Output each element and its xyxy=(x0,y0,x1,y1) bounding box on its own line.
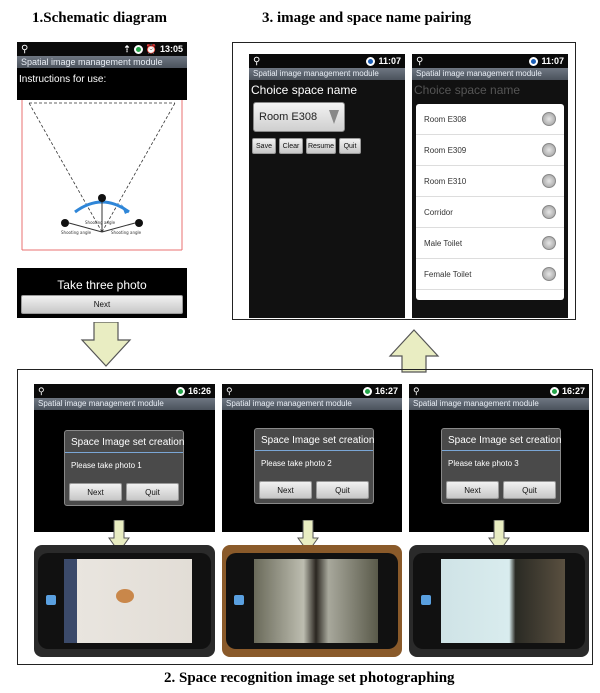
dialog-message: Please take photo 2 xyxy=(261,459,332,468)
radio-icon xyxy=(542,267,556,281)
radio-icon xyxy=(542,236,556,250)
usb-icon: ⚲ xyxy=(413,385,420,396)
caption-pairing: 3. image and space name pairing xyxy=(262,10,472,26)
next-button[interactable]: Next xyxy=(259,481,312,499)
caption-schematic: 1.Schematic diagram xyxy=(32,10,167,26)
radio-icon xyxy=(542,205,556,219)
camera-preview xyxy=(254,559,378,643)
next-button[interactable]: Next xyxy=(69,483,122,501)
selected-room-text: Room E308 xyxy=(259,111,318,123)
choice-space-label: Choice space name xyxy=(414,83,521,97)
capture-photo-2 xyxy=(222,545,402,657)
quit-button[interactable]: Quit xyxy=(126,483,179,501)
option-room-e309[interactable]: Room E309 xyxy=(416,135,564,166)
usb-icon: ⚲ xyxy=(38,385,45,396)
take-three-label: Take three photo xyxy=(57,278,147,292)
next-button[interactable]: Next xyxy=(446,481,499,499)
instructions-label: Instructions for use: xyxy=(19,74,107,85)
shutter-icon xyxy=(421,595,431,605)
capture-dialog: Space Image set creation Please take pho… xyxy=(64,430,184,506)
usb-icon: ⚲ xyxy=(21,43,29,55)
shutter-icon xyxy=(46,595,56,605)
app-title: Spatial image management module xyxy=(34,398,215,410)
sync-icon xyxy=(133,44,143,54)
caption-photographing: 2. Space recognition image set photograp… xyxy=(164,670,455,686)
quit-button[interactable]: Quit xyxy=(316,481,369,499)
choice-space-label: Choice space name xyxy=(251,83,358,97)
clock: 16:26 xyxy=(187,386,211,396)
space-options-list: Room E308 Room E309 Room E310 Corridor M… xyxy=(416,104,564,300)
option-male-toilet[interactable]: Male Toilet xyxy=(416,228,564,259)
capture-screen-3: ⚲ 16:27 Spatial image management module S… xyxy=(409,384,589,532)
dialog-title: Space Image set creation xyxy=(255,429,374,451)
radio-icon xyxy=(542,174,556,188)
option-room-e308[interactable]: Room E308 xyxy=(416,104,564,135)
spinner-chevron-icon xyxy=(329,110,339,124)
usb-icon: ⚲ xyxy=(253,55,261,67)
shooting-angle-label-center: Shooting angle xyxy=(85,220,116,225)
clock: 11:07 xyxy=(541,56,564,66)
shutter-icon xyxy=(234,595,244,605)
phone-pairing-select: ⚲ 11:07 Spatial image management module … xyxy=(249,54,405,318)
arrow-up-icon xyxy=(388,329,440,373)
capture-dialog: Space Image set creation Please take pho… xyxy=(254,428,374,504)
radio-icon xyxy=(542,112,556,126)
phone-pairing-list: ⚲ 11:07 Spatial image management module … xyxy=(412,54,568,318)
sync-icon xyxy=(529,56,539,66)
sync-icon xyxy=(362,386,372,396)
app-title: Spatial image management module xyxy=(249,68,405,80)
app-title: Spatial image management module xyxy=(409,398,589,410)
sync-icon xyxy=(366,56,376,66)
arrow-down-icon xyxy=(80,322,132,367)
quit-button[interactable]: Quit xyxy=(503,481,556,499)
space-name-spinner[interactable]: Room E308 xyxy=(253,102,345,132)
dialog-message: Please take photo 3 xyxy=(448,459,519,468)
app-title: Spatial image management module xyxy=(412,68,568,80)
capture-screen-2: ⚲ 16:27 Spatial image management module S… xyxy=(222,384,402,532)
option-female-toilet[interactable]: Female Toilet xyxy=(416,259,564,290)
status-bar: ⚲ ⇡ ⏰ 13:05 xyxy=(17,42,187,56)
clock: 13:05 xyxy=(159,44,183,54)
signal-icon: ⇡ xyxy=(123,43,131,54)
capture-dialog: Space Image set creation Please take pho… xyxy=(441,428,561,504)
dialog-message: Please take photo 1 xyxy=(71,461,142,470)
camera-preview xyxy=(64,559,192,643)
alarm-icon: ⏰ xyxy=(145,43,157,54)
shooting-angle-diagram: Shooting angle Shooting angle Shooting a… xyxy=(21,100,183,251)
resume-button[interactable]: Resume xyxy=(306,138,336,154)
sync-icon xyxy=(175,386,185,396)
usb-icon: ⚲ xyxy=(226,385,233,396)
dialog-title: Space Image set creation xyxy=(442,429,561,451)
save-button[interactable]: Save xyxy=(252,138,276,154)
usb-icon: ⚲ xyxy=(416,55,424,67)
clock: 11:07 xyxy=(378,56,401,66)
capture-photo-1 xyxy=(34,545,215,657)
capture-screen-1: ⚲ 16:26 Spatial image management module S… xyxy=(34,384,215,532)
sync-icon xyxy=(549,386,559,396)
option-corridor[interactable]: Corridor xyxy=(416,197,564,228)
radio-icon xyxy=(542,143,556,157)
shooting-angle-label-right: Shooting angle xyxy=(111,230,142,235)
app-title: Spatial image management module xyxy=(17,56,187,68)
quit-button[interactable]: Quit xyxy=(339,138,361,154)
schematic-canvas: Shooting angle Shooting angle Shooting a… xyxy=(17,100,187,268)
next-button[interactable]: Next xyxy=(21,295,183,314)
clock: 16:27 xyxy=(561,386,585,396)
option-room-e310[interactable]: Room E310 xyxy=(416,166,564,197)
dialog-title: Space Image set creation xyxy=(65,431,184,453)
app-title: Spatial image management module xyxy=(222,398,402,410)
camera-preview xyxy=(441,559,565,643)
clock: 16:27 xyxy=(374,386,398,396)
shooting-angle-label-left: Shooting angle xyxy=(61,230,92,235)
capture-photo-3 xyxy=(409,545,589,657)
phone-schematic: ⚲ ⇡ ⏰ 13:05 Spatial image management mod… xyxy=(17,42,187,318)
clear-button[interactable]: Clear xyxy=(279,138,303,154)
action-buttons: Save Clear Resume Quit xyxy=(252,138,402,154)
